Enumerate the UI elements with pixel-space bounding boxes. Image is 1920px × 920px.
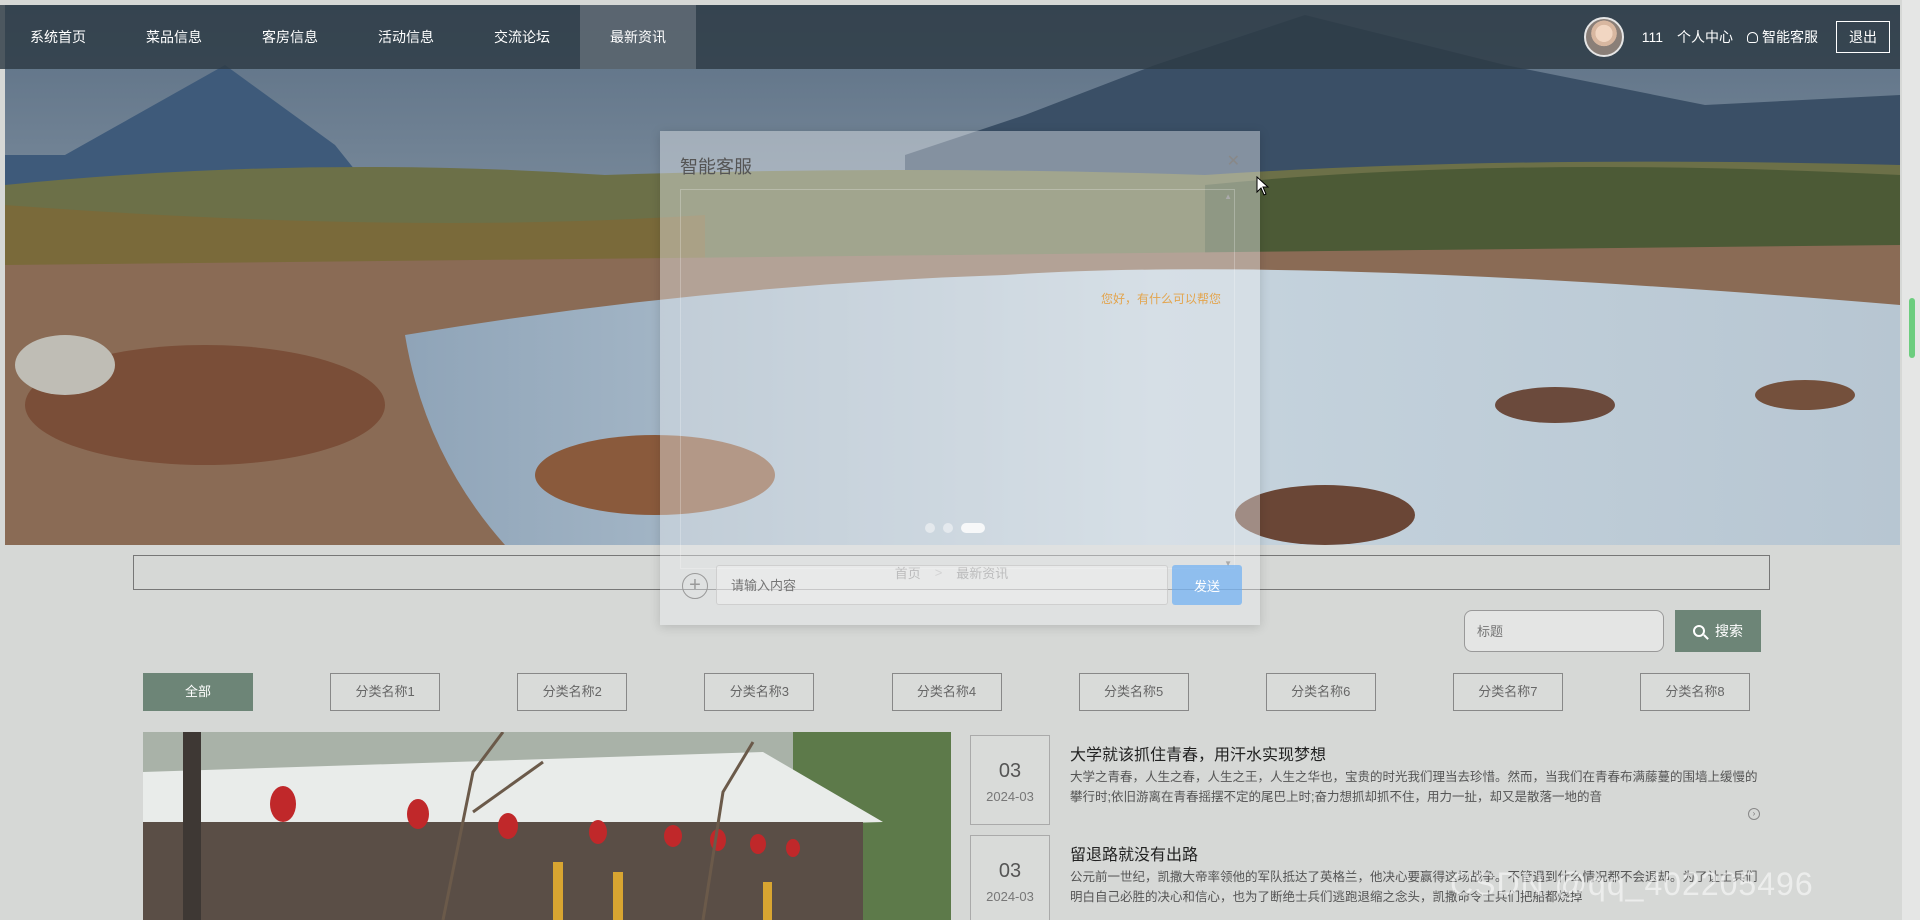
- watermark: CSDN @qq_402205496: [1450, 866, 1814, 902]
- category-item[interactable]: 分类名称4: [891, 673, 1002, 711]
- search-input[interactable]: [1464, 610, 1664, 652]
- news-date: 03 2024-03: [970, 835, 1050, 920]
- category-all[interactable]: 全部: [143, 673, 253, 711]
- news-description: 大学之青春，人生之春，人生之王，人生之华也，宝贵的时光我们理当去珍惜。然而，当我…: [1070, 770, 1758, 804]
- arrow-right-icon[interactable]: ›: [1748, 808, 1760, 820]
- building-photo: [143, 732, 951, 920]
- user-icon: [1747, 32, 1758, 43]
- mouse-cursor-icon: [1256, 176, 1270, 196]
- news-day: 03: [998, 860, 1022, 882]
- search-icon: [1693, 625, 1705, 637]
- ai-service-dialog: 智能客服 ✕ 您好，有什么可以帮您 ▲ ▼ + 发送: [660, 131, 1260, 625]
- category-item[interactable]: 分类名称8: [1640, 673, 1750, 711]
- news-date: 03 2024-03: [970, 735, 1050, 825]
- category-item[interactable]: 分类名称6: [1265, 673, 1376, 711]
- category-item[interactable]: 分类名称5: [1078, 673, 1189, 711]
- nav-item-news[interactable]: 最新资讯: [580, 5, 696, 69]
- scrollbar-thumb[interactable]: [1909, 298, 1915, 358]
- search-button-label: 搜索: [1715, 623, 1743, 639]
- category-item[interactable]: 分类名称1: [330, 673, 441, 711]
- category-filter: 全部 分类名称1 分类名称2 分类名称3 分类名称4 分类名称5 分类名称6 分…: [143, 673, 1750, 711]
- chat-input[interactable]: [716, 565, 1168, 605]
- category-item[interactable]: 分类名称7: [1452, 673, 1563, 711]
- nav-menu: 系统首页 菜品信息 客房信息 活动信息 交流论坛 最新资讯: [0, 5, 696, 69]
- page-scrollbar[interactable]: [1902, 0, 1920, 920]
- ai-service-link[interactable]: 智能客服: [1747, 27, 1818, 47]
- nav-user-area: 111 个人中心 智能客服 退出: [1583, 5, 1890, 69]
- category-item[interactable]: 分类名称2: [517, 673, 628, 711]
- category-item[interactable]: 分类名称3: [704, 673, 815, 711]
- dialog-title: 智能客服: [680, 157, 752, 177]
- nav-item-home[interactable]: 系统首页: [0, 5, 116, 69]
- nav-item-rooms[interactable]: 客房信息: [232, 5, 348, 69]
- top-navigation: 系统首页 菜品信息 客房信息 活动信息 交流论坛 最新资讯 111 个人中心 智…: [0, 5, 1900, 69]
- chat-message-area[interactable]: 您好，有什么可以帮您 ▲ ▼: [680, 189, 1235, 569]
- news-title[interactable]: 留退路就没有出路: [1070, 841, 1198, 865]
- scroll-up-icon[interactable]: ▲: [1224, 192, 1232, 201]
- news-day: 03: [998, 760, 1022, 782]
- news-item[interactable]: 03 2024-03 大学就该抓住青春，用汗水实现梦想 大学之青春，人生之春，人…: [970, 735, 1760, 835]
- news-month: 2024-03: [986, 889, 1034, 904]
- personal-center-link[interactable]: 个人中心: [1677, 27, 1733, 47]
- news-title[interactable]: 大学就该抓住青春，用汗水实现梦想: [1070, 741, 1326, 765]
- nav-item-activities[interactable]: 活动信息: [348, 5, 464, 69]
- search-button[interactable]: 搜索: [1675, 610, 1761, 652]
- nav-item-forum[interactable]: 交流论坛: [464, 5, 580, 69]
- send-button[interactable]: 发送: [1172, 565, 1242, 605]
- username: 111: [1641, 29, 1663, 45]
- close-icon[interactable]: ✕: [1227, 151, 1240, 171]
- chat-scrollbar[interactable]: ▲ ▼: [1224, 190, 1234, 570]
- chat-message: 您好，有什么可以帮您: [1101, 292, 1222, 306]
- featured-news-image[interactable]: [143, 732, 951, 920]
- logout-button[interactable]: 退出: [1836, 21, 1890, 53]
- news-month: 2024-03: [986, 789, 1034, 804]
- avatar[interactable]: [1583, 17, 1624, 57]
- ai-service-label: 智能客服: [1762, 29, 1818, 45]
- nav-item-dishes[interactable]: 菜品信息: [116, 5, 232, 69]
- add-attachment-icon[interactable]: +: [682, 573, 708, 599]
